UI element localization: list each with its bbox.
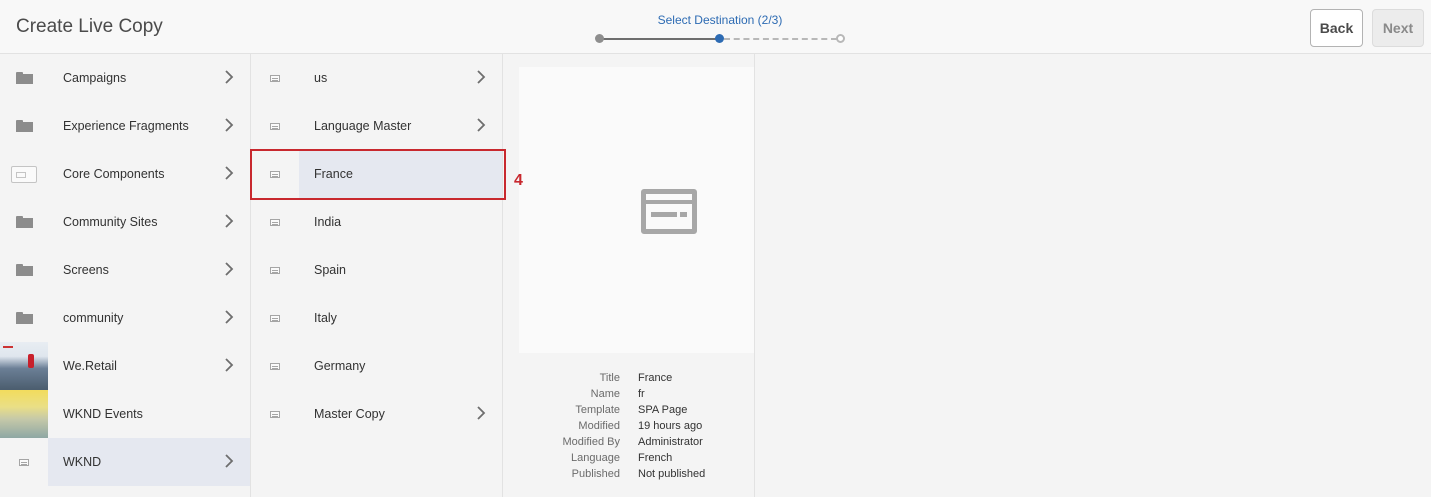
- page-icon: [19, 458, 29, 466]
- detail-value: Administrator: [638, 436, 703, 448]
- list-item-label: India: [314, 215, 342, 229]
- site-thumbnail: [0, 342, 48, 390]
- list-item-label: Germany: [314, 359, 366, 373]
- back-button[interactable]: Back: [1310, 9, 1363, 47]
- folder-icon: [15, 264, 33, 276]
- detail-row-name: Name fr: [503, 388, 755, 404]
- page-icon: [270, 74, 280, 82]
- page-title: Create Live Copy: [16, 16, 163, 37]
- chevron-right-icon[interactable]: [222, 69, 236, 85]
- list-item-italy[interactable]: Italy: [251, 294, 502, 342]
- list-item-core-components[interactable]: Core Components: [0, 150, 250, 198]
- list-item-label: Core Components: [63, 167, 165, 181]
- page-icon: [270, 266, 280, 274]
- detail-value: French: [638, 452, 673, 464]
- detail-value: France: [638, 372, 673, 384]
- folder-icon: [15, 72, 33, 84]
- list-item-community[interactable]: community: [0, 294, 250, 342]
- list-item-campaigns[interactable]: Campaigns: [0, 54, 250, 102]
- step-2-dot: [715, 34, 724, 43]
- page-preview-thumbnail: [519, 67, 754, 353]
- chevron-right-icon[interactable]: [222, 261, 236, 277]
- list-item-india[interactable]: India: [251, 198, 502, 246]
- list-item-spain[interactable]: Spain: [251, 246, 502, 294]
- site-thumbnail: [0, 390, 48, 438]
- chevron-right-icon[interactable]: [474, 405, 488, 421]
- wizard-stepper: [595, 34, 845, 44]
- chevron-right-icon[interactable]: [222, 309, 236, 325]
- list-item-master-copy[interactable]: Master Copy: [251, 390, 502, 438]
- list-item-label: WKND Events: [63, 407, 143, 421]
- list-item-experience-fragments[interactable]: Experience Fragments: [0, 102, 250, 150]
- detail-key: Language: [571, 452, 620, 464]
- detail-key: Name: [590, 388, 620, 400]
- annotation-number: 4: [514, 172, 523, 189]
- header-bar: Create Live Copy Select Destination (2/3…: [0, 0, 1431, 54]
- list-item-germany[interactable]: Germany: [251, 342, 502, 390]
- detail-value: fr: [638, 388, 645, 400]
- chevron-right-icon[interactable]: [222, 453, 236, 469]
- column-sites: Campaigns Experience Fragments Core Comp…: [0, 54, 251, 497]
- detail-row-modified: Modified 19 hours ago: [503, 420, 755, 436]
- list-item-label: Community Sites: [63, 215, 158, 229]
- list-item-label: Spain: [314, 263, 346, 277]
- page-icon: [270, 362, 280, 370]
- detail-value: 19 hours ago: [638, 420, 703, 432]
- detail-key: Template: [575, 404, 620, 416]
- stepper-line-pending: [724, 38, 837, 40]
- chevron-right-icon[interactable]: [474, 117, 488, 133]
- detail-row-published: Published Not published: [503, 468, 755, 484]
- list-item-label: community: [63, 311, 124, 325]
- page-icon: [270, 122, 280, 130]
- detail-key: Published: [571, 468, 620, 480]
- detail-value: Not published: [638, 468, 706, 480]
- step-1-dot: [595, 34, 604, 43]
- detail-key: Modified By: [562, 436, 620, 448]
- detail-value: SPA Page: [638, 404, 688, 416]
- folder-icon: [15, 312, 33, 324]
- list-item-label: Language Master: [314, 119, 412, 133]
- detail-key: Modified: [578, 420, 620, 432]
- stepper-line-completed: [603, 38, 716, 40]
- column-language-pages: us Language Master France India Spain It…: [251, 54, 503, 497]
- page-icon: [270, 314, 280, 322]
- next-button[interactable]: Next: [1372, 9, 1424, 47]
- list-item-wknd[interactable]: WKND: [0, 438, 250, 486]
- page-icon: [270, 410, 280, 418]
- detail-row-title: Title France: [503, 372, 755, 388]
- list-item-label: Screens: [63, 263, 109, 277]
- list-item-label: Campaigns: [63, 71, 127, 85]
- chevron-right-icon[interactable]: [222, 165, 236, 181]
- chevron-right-icon[interactable]: [222, 117, 236, 133]
- list-item-us[interactable]: us: [251, 54, 502, 102]
- chevron-right-icon[interactable]: [222, 357, 236, 373]
- chevron-right-icon[interactable]: [474, 69, 488, 85]
- detail-row-language: Language French: [503, 452, 755, 468]
- list-item-label: Italy: [314, 311, 337, 325]
- list-item-label: We.Retail: [63, 359, 117, 373]
- list-item-screens[interactable]: Screens: [0, 246, 250, 294]
- annotation-highlight-box: [250, 149, 506, 200]
- folder-icon: [15, 216, 33, 228]
- page-icon: [270, 218, 280, 226]
- component-icon: [11, 165, 37, 183]
- list-item-label: WKND: [63, 455, 102, 469]
- list-item-label: us: [314, 71, 328, 85]
- detail-row-modified-by: Modified By Administrator: [503, 436, 755, 452]
- list-item-community-sites[interactable]: Community Sites: [0, 198, 250, 246]
- folder-icon: [15, 120, 33, 132]
- list-item-label: Master Copy: [314, 407, 385, 421]
- page-large-icon: [641, 189, 697, 234]
- list-item-language-master[interactable]: Language Master: [251, 102, 502, 150]
- list-item-wknd-events[interactable]: WKND Events: [0, 390, 250, 438]
- detail-row-template: Template SPA Page: [503, 404, 755, 420]
- wizard-step-label: Select Destination (2/3): [657, 13, 783, 27]
- list-item-label: Experience Fragments: [63, 119, 189, 133]
- list-item-we-retail[interactable]: We.Retail: [0, 342, 250, 390]
- detail-key: Title: [599, 372, 620, 384]
- step-3-dot: [836, 34, 845, 43]
- chevron-right-icon[interactable]: [222, 213, 236, 229]
